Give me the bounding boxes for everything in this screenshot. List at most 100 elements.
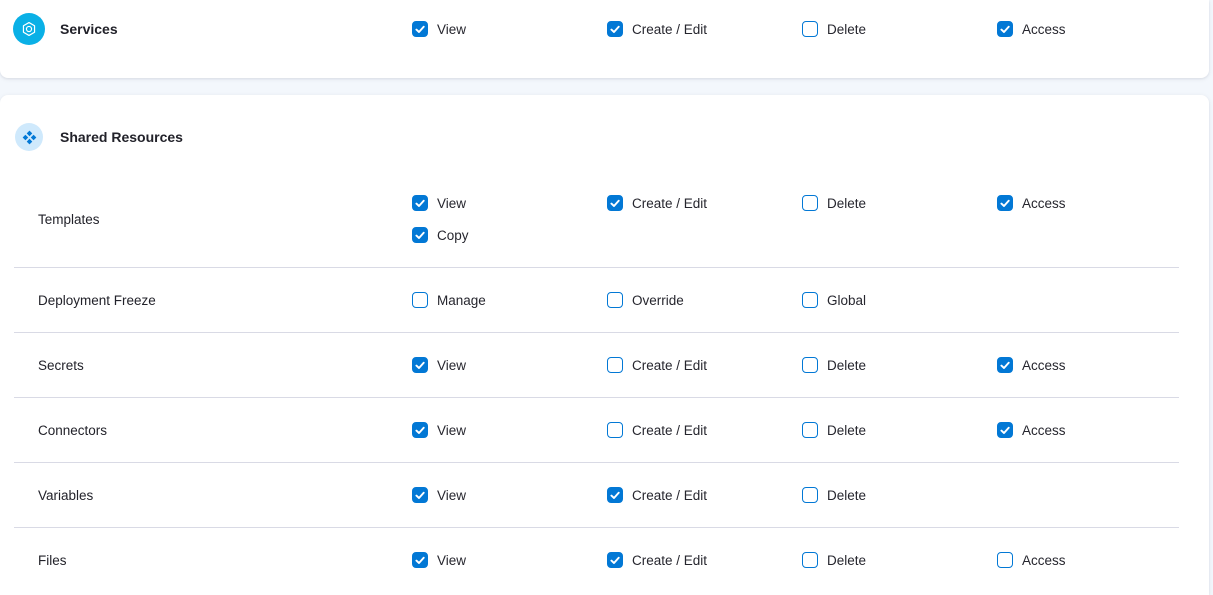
permission-create-edit[interactable]: Create / Edit (607, 487, 802, 503)
permission-access[interactable]: Access (997, 422, 1192, 438)
checkbox-override-unchecked[interactable] (607, 292, 623, 308)
permission-label: Access (1022, 22, 1066, 37)
resource-label: Files (38, 553, 412, 568)
resource-row-connectors: Connectors View Create / Edit Delete Access (0, 398, 1209, 462)
permission-copy[interactable]: Copy (412, 227, 607, 243)
permission-label: Access (1022, 423, 1066, 438)
permission-view[interactable]: View (412, 195, 607, 211)
permission-view[interactable]: View (412, 21, 607, 37)
permission-view[interactable]: View (412, 487, 607, 503)
permission-column: Create / Edit (607, 21, 802, 37)
checkbox-delete-unchecked[interactable] (802, 357, 818, 373)
permission-label: Create / Edit (632, 553, 707, 568)
permission-column: Access (997, 552, 1192, 568)
permission-label: Manage (437, 293, 486, 308)
permission-delete[interactable]: Delete (802, 21, 997, 37)
checkbox-create-edit-checked[interactable] (607, 21, 623, 37)
checkbox-delete-unchecked[interactable] (802, 422, 818, 438)
checkbox-create-edit-checked[interactable] (607, 552, 623, 568)
permission-create-edit[interactable]: Create / Edit (607, 357, 802, 373)
permission-access[interactable]: Access (997, 21, 1192, 37)
resource-row-deployment-freeze: Deployment Freeze Manage OverrideGlobal (0, 268, 1209, 332)
permission-label: Access (1022, 358, 1066, 373)
permission-access[interactable]: Access (997, 552, 1192, 568)
permission-column: Create / Edit (607, 487, 802, 503)
permission-label: Create / Edit (632, 488, 707, 503)
checkbox-delete-unchecked[interactable] (802, 487, 818, 503)
permission-access[interactable]: Access (997, 357, 1192, 373)
checkbox-create-edit-checked[interactable] (607, 487, 623, 503)
permission-column: View (412, 422, 607, 438)
permission-view[interactable]: View (412, 422, 607, 438)
permission-delete[interactable]: Delete (802, 552, 997, 568)
permission-column: View (412, 357, 607, 373)
permission-label: Delete (827, 488, 866, 503)
checkbox-access-unchecked[interactable] (997, 552, 1013, 568)
permission-label: Create / Edit (632, 358, 707, 373)
permission-column: Access (997, 357, 1192, 373)
permission-delete[interactable]: Delete (802, 357, 997, 373)
permission-label: View (437, 488, 466, 503)
checkbox-copy-checked[interactable] (412, 227, 428, 243)
checkbox-view-checked[interactable] (412, 422, 428, 438)
checkbox-delete-unchecked[interactable] (802, 552, 818, 568)
permission-manage[interactable]: Manage (412, 292, 607, 308)
checkbox-view-checked[interactable] (412, 552, 428, 568)
checkbox-access-checked[interactable] (997, 422, 1013, 438)
section-title-shared-resources: Shared Resources (60, 129, 183, 145)
shared-resources-section-card: Shared Resources TemplatesViewCopyCreate… (0, 95, 1209, 595)
resource-label: Connectors (38, 423, 412, 438)
checkbox-view-checked[interactable] (412, 21, 428, 37)
checkbox-manage-unchecked[interactable] (412, 292, 428, 308)
permission-column: Delete (802, 422, 997, 438)
permission-column: Delete (802, 357, 997, 373)
checkbox-delete-unchecked[interactable] (802, 195, 818, 211)
permission-create-edit[interactable]: Create / Edit (607, 552, 802, 568)
checkbox-view-checked[interactable] (412, 357, 428, 373)
shared-resources-rows: TemplatesViewCopyCreate / EditDeleteAcce… (0, 171, 1209, 592)
permission-create-edit[interactable]: Create / Edit (607, 422, 802, 438)
permission-column: Delete (802, 21, 997, 37)
section-title-services: Services (60, 21, 118, 37)
checkbox-view-checked[interactable] (412, 195, 428, 211)
permission-column: Access (997, 195, 1192, 211)
checkbox-access-checked[interactable] (997, 195, 1013, 211)
permission-access[interactable]: Access (997, 195, 1192, 211)
permission-label: View (437, 358, 466, 373)
checkbox-access-checked[interactable] (997, 21, 1013, 37)
permission-column: View (412, 487, 607, 503)
resource-row-templates: TemplatesViewCopyCreate / EditDeleteAcce… (0, 171, 1209, 267)
permission-column: View (412, 21, 607, 37)
resource-row-variables: Variables View Create / Edit Delete (0, 463, 1209, 527)
permission-label: View (437, 196, 466, 211)
shared-resources-icon (15, 123, 43, 151)
permission-column: Access (997, 422, 1192, 438)
checkbox-access-checked[interactable] (997, 357, 1013, 373)
checkbox-delete-unchecked[interactable] (802, 21, 818, 37)
checkbox-view-checked[interactable] (412, 487, 428, 503)
checkbox-global-unchecked[interactable] (802, 292, 818, 308)
permission-column: Create / Edit (607, 422, 802, 438)
permission-delete[interactable]: Delete (802, 195, 997, 211)
permission-label: Delete (827, 423, 866, 438)
permission-column: View Copy (412, 195, 607, 243)
permission-column: Override (607, 292, 802, 308)
permission-label: Delete (827, 553, 866, 568)
permission-view[interactable]: View (412, 357, 607, 373)
permission-create-edit[interactable]: Create / Edit (607, 195, 802, 211)
permission-column: Global (802, 292, 997, 308)
permission-create-edit[interactable]: Create / Edit (607, 21, 802, 37)
resource-row-files: FilesView Create / Edit Delete Access (0, 528, 1209, 592)
checkbox-create-edit-unchecked[interactable] (607, 357, 623, 373)
resource-label: Deployment Freeze (38, 293, 412, 308)
permission-delete[interactable]: Delete (802, 487, 997, 503)
checkbox-create-edit-checked[interactable] (607, 195, 623, 211)
services-permission-row: Services ViewCreate / EditDelete Access (0, 0, 1209, 45)
permission-global[interactable]: Global (802, 292, 997, 308)
permission-override[interactable]: Override (607, 292, 802, 308)
permission-label: View (437, 423, 466, 438)
permission-view[interactable]: View (412, 552, 607, 568)
permission-delete[interactable]: Delete (802, 422, 997, 438)
resource-label: Variables (38, 488, 412, 503)
checkbox-create-edit-unchecked[interactable] (607, 422, 623, 438)
